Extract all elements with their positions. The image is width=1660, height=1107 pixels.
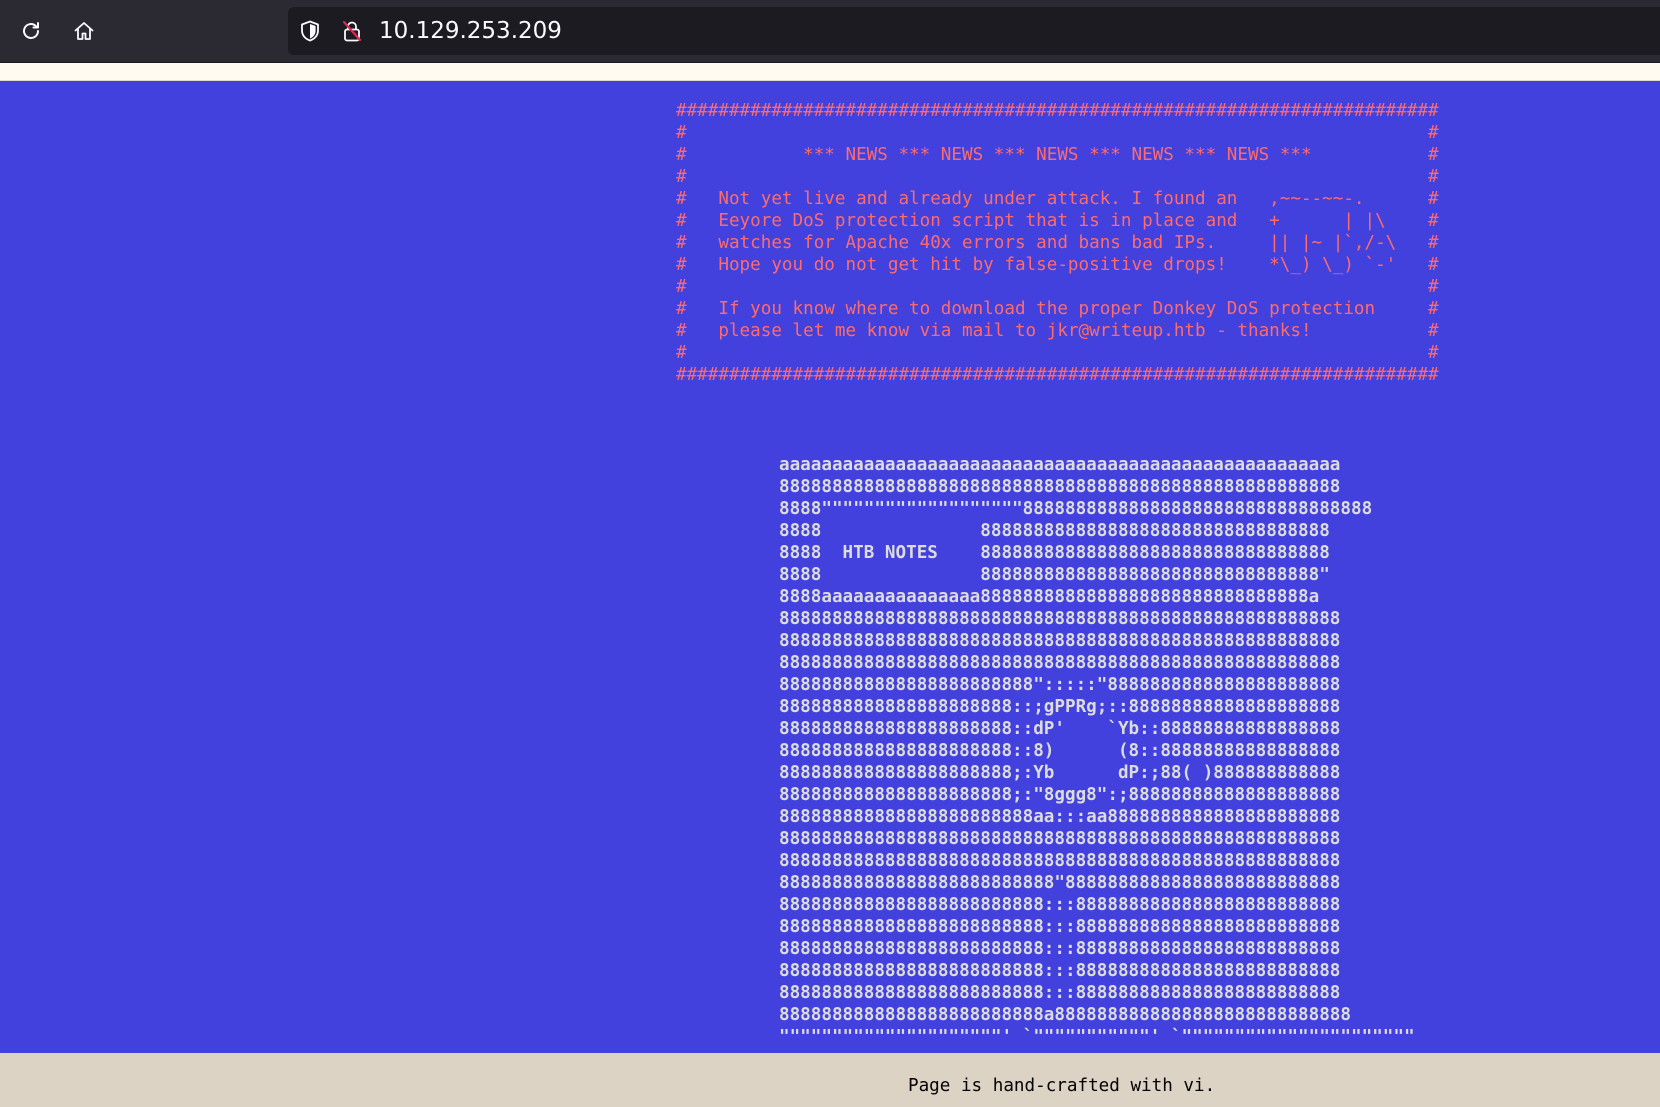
url-text[interactable]: 10.129.253.209 bbox=[379, 18, 562, 44]
reload-icon bbox=[23, 22, 39, 39]
news-box: ########################################… bbox=[676, 101, 1439, 385]
home-button[interactable] bbox=[65, 12, 103, 50]
browser-toolbar: 10.129.253.209 bbox=[0, 0, 1660, 63]
shield-icon[interactable] bbox=[298, 19, 322, 43]
insecure-lock-icon[interactable] bbox=[340, 19, 364, 43]
footer-text: Page is hand-crafted with vi. bbox=[908, 1076, 1216, 1096]
footer-bar bbox=[0, 1053, 1660, 1107]
reload-button[interactable] bbox=[12, 12, 50, 50]
home-icon bbox=[74, 22, 94, 40]
notification-strip bbox=[0, 63, 1660, 81]
htb-notes-ascii-art: aaaaaaaaaaaaaaaaaaaaaaaaaaaaaaaaaaaaaaaa… bbox=[779, 455, 1415, 1047]
address-bar[interactable]: 10.129.253.209 bbox=[288, 7, 1660, 55]
